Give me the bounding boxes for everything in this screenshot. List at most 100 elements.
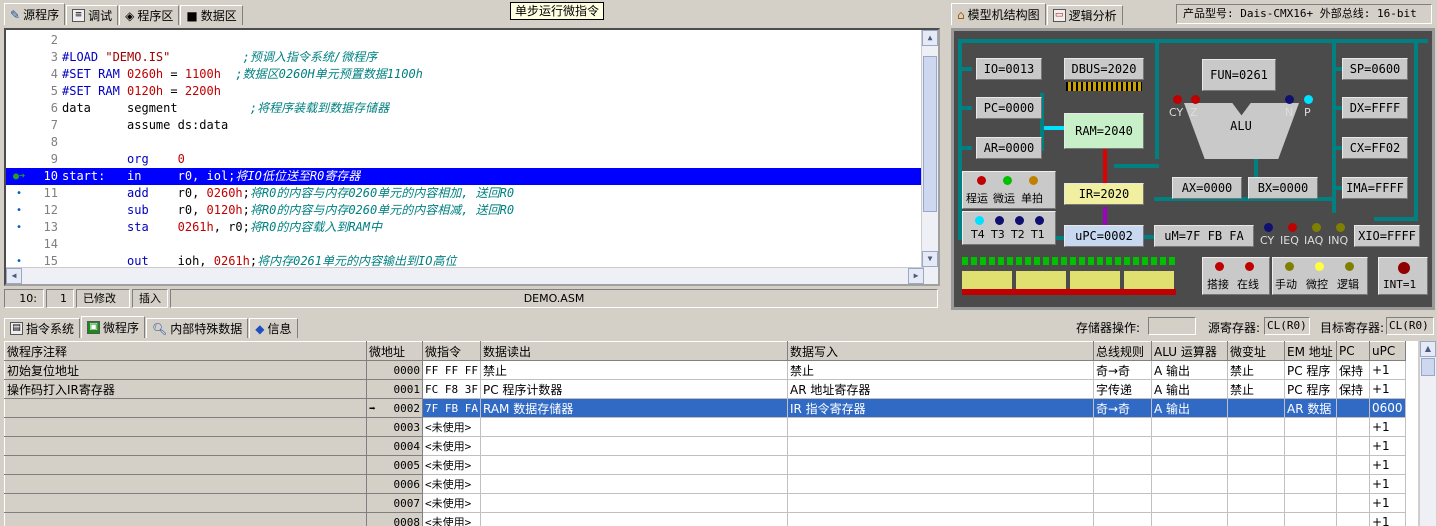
column-header[interactable]: 数据写入 (786, 341, 1094, 361)
grid-cell[interactable] (4, 455, 367, 475)
table-row[interactable]: 操作码打入IR寄存器 0001 FC F8 3F PC 程序计数器 AR 地址寄存器 字传… (4, 379, 1406, 399)
grid-cell[interactable] (1092, 436, 1152, 456)
tab-source[interactable]: ✎ 源程序 (4, 3, 66, 25)
code-line[interactable]: 4 #SET RAM 0260h = 1100h ;数据区0260H单元预置数据1… (6, 66, 924, 83)
grid-cell[interactable] (4, 398, 367, 418)
grid-cell[interactable] (786, 512, 1094, 526)
grid-cell[interactable]: 保持 (1335, 360, 1370, 380)
code-line[interactable]: 8 (6, 134, 924, 151)
fun-register[interactable]: FUN=0261 (1202, 59, 1276, 91)
grid-vertical-scrollbar[interactable]: ▲ (1419, 341, 1436, 526)
grid-cell[interactable]: <未使用> (422, 474, 481, 494)
grid-cell[interactable]: 0004 (366, 436, 423, 456)
grid-cell[interactable]: 禁止 (786, 360, 1094, 380)
grid-scroll-up-icon[interactable]: ▲ (1420, 341, 1436, 357)
grid-cell[interactable] (1150, 493, 1228, 513)
ram-block[interactable]: RAM=2040 (1064, 113, 1144, 149)
editor-vertical-scrollbar[interactable]: ▲ ▼ (921, 30, 938, 284)
column-header[interactable]: 微程序注释 (4, 341, 367, 361)
grid-cell[interactable]: +1 (1368, 379, 1406, 399)
grid-cell[interactable]: A 输出 (1150, 379, 1228, 399)
tab-debug[interactable]: ≡ 调试 (66, 5, 119, 25)
grid-cell[interactable]: +1 (1368, 455, 1406, 475)
tab-program-area[interactable]: ◈ 程序区 (119, 5, 180, 25)
grid-cell[interactable]: PC 程序 (1283, 379, 1337, 399)
scroll-down-icon[interactable]: ▼ (922, 251, 938, 267)
editor-scroll-thumb[interactable] (923, 56, 937, 212)
grid-cell[interactable] (1283, 474, 1337, 494)
column-header[interactable]: 数据读出 (479, 341, 788, 361)
grid-cell[interactable]: 0005 (366, 455, 423, 475)
grid-cell[interactable] (479, 455, 788, 475)
grid-cell[interactable] (1226, 455, 1285, 475)
grid-cell[interactable] (479, 436, 788, 456)
grid-cell[interactable] (1092, 455, 1152, 475)
sp-register[interactable]: SP=0600 (1342, 58, 1408, 80)
table-row[interactable]: 初始复位地址 0000 FF FF FF 禁止 禁止 奇→奇 A 输出 禁止 PC 程序 保持 +1 (4, 360, 1406, 380)
code-line[interactable]: 3 #LOAD "DEMO.IS" ;预调入指令系统/微程序 (6, 49, 924, 66)
grid-cell[interactable]: 禁止 (479, 360, 788, 380)
grid-cell[interactable]: 禁止 (1226, 379, 1285, 399)
grid-cell[interactable] (1283, 417, 1337, 437)
grid-cell[interactable]: <未使用> (422, 417, 481, 437)
grid-cell[interactable]: +1 (1368, 417, 1406, 437)
grid-cell[interactable]: FC F8 3F (422, 379, 481, 399)
grid-cell[interactable] (786, 493, 1094, 513)
grid-cell[interactable]: AR 地址寄存器 (786, 379, 1094, 399)
code-line[interactable]: 7 assume ds:data (6, 117, 924, 134)
code-line[interactable]: 9 org 0 (6, 151, 924, 168)
grid-cell[interactable] (1150, 455, 1228, 475)
xio-register[interactable]: XIO=FFFF (1354, 225, 1420, 247)
grid-cell[interactable] (786, 455, 1094, 475)
column-header[interactable]: 微指令 (422, 341, 481, 361)
grid-cell[interactable] (4, 512, 367, 526)
grid-cell[interactable] (1226, 398, 1285, 418)
tab-model-structure[interactable]: ⌂ 模型机结构图 (951, 3, 1046, 25)
tab-instruction-system[interactable]: ▤ 指令系统 (4, 318, 81, 338)
grid-scroll-thumb[interactable] (1421, 358, 1435, 376)
ax-register[interactable]: AX=0000 (1172, 177, 1242, 199)
grid-cell[interactable]: 禁止 (1226, 360, 1285, 380)
grid-cell[interactable] (1092, 474, 1152, 494)
column-header[interactable]: ALU 运算器 (1150, 341, 1228, 361)
column-header[interactable]: EM 地址 (1283, 341, 1337, 361)
grid-cell[interactable] (1150, 436, 1228, 456)
grid-cell[interactable]: +1 (1368, 512, 1406, 526)
cx-register[interactable]: CX=FF02 (1342, 137, 1408, 159)
table-row[interactable]: 0008 <未使用> +1 (4, 512, 1406, 526)
grid-cell[interactable]: RAM 数据存储器 (479, 398, 788, 418)
pc-register[interactable]: PC=0000 (976, 97, 1042, 119)
code-line[interactable]: • 12 sub r0, 0120h;将R0的内容与内存0260单元的内容相减, … (6, 202, 924, 219)
code-line[interactable]: • 13 sta 0261h, r0;将R0的内容载入到RAM中 (6, 219, 924, 236)
grid-cell[interactable]: PC 程序 (1283, 360, 1337, 380)
grid-cell[interactable] (1283, 436, 1337, 456)
code-line[interactable]: 2 (6, 32, 924, 49)
grid-cell[interactable] (1092, 417, 1152, 437)
grid-cell[interactable] (479, 474, 788, 494)
table-row[interactable]: ➡ 0002 7F FB FA RAM 数据存储器 IR 指令寄存器 奇→奇 A 输出 AR … (4, 398, 1406, 418)
grid-cell[interactable] (1335, 398, 1370, 418)
table-row[interactable]: 0004 <未使用> +1 (4, 436, 1406, 456)
grid-cell[interactable] (1150, 417, 1228, 437)
grid-cell[interactable] (1150, 512, 1228, 526)
grid-cell[interactable]: ➡ 0002 (366, 398, 423, 418)
grid-cell[interactable] (1335, 512, 1370, 526)
scroll-up-icon[interactable]: ▲ (922, 30, 938, 46)
grid-cell[interactable] (479, 417, 788, 437)
code-line[interactable]: • 11 add r0, 0260h;将R0的内容与内存0260单元的内容相加, … (6, 185, 924, 202)
table-row[interactable]: 0005 <未使用> +1 (4, 455, 1406, 475)
grid-cell[interactable]: IR 指令寄存器 (786, 398, 1094, 418)
grid-cell[interactable]: 奇→奇 (1092, 360, 1152, 380)
column-header[interactable]: PC (1335, 341, 1370, 361)
code-line[interactable]: 6 data segment ;将程序装载到数据存储器 (6, 100, 924, 117)
grid-cell[interactable] (1092, 493, 1152, 513)
tab-internal-data[interactable]: 🔍︎ 内部特殊数据 (146, 318, 249, 338)
grid-cell[interactable] (1226, 512, 1285, 526)
column-header[interactable]: 微变址 (1226, 341, 1285, 361)
grid-cell[interactable] (1226, 436, 1285, 456)
grid-cell[interactable] (1335, 417, 1370, 437)
grid-cell[interactable]: 字传递 (1092, 379, 1152, 399)
column-header[interactable]: 总线规则 (1092, 341, 1152, 361)
grid-cell[interactable] (479, 512, 788, 526)
tab-info[interactable]: ◆ 信息 (249, 318, 298, 338)
